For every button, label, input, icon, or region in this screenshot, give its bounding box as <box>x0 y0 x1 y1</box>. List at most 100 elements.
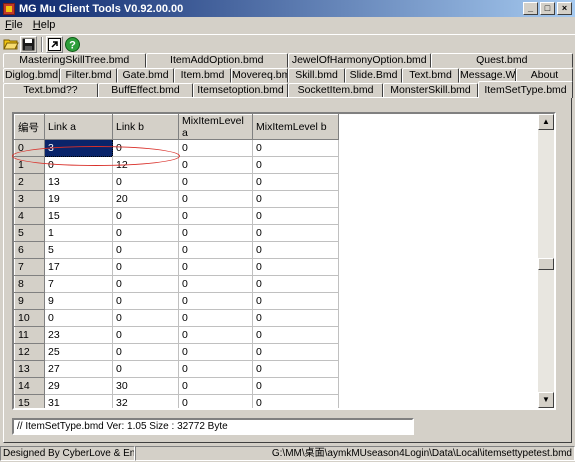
grid-cell[interactable]: 0 <box>178 326 253 344</box>
row-header[interactable]: 14 <box>14 377 45 395</box>
grid-cell[interactable]: 1 <box>44 224 113 242</box>
grid-cell[interactable]: 0 <box>252 309 339 327</box>
minimize-button[interactable]: _ <box>523 2 538 15</box>
export-icon[interactable] <box>46 35 63 53</box>
menu-file[interactable]: File <box>0 19 28 31</box>
grid-cell[interactable]: 15 <box>44 207 113 225</box>
grid-cell[interactable]: 0 <box>252 207 339 225</box>
column-header-id[interactable]: 编号 <box>14 114 45 140</box>
grid-cell[interactable]: 27 <box>44 360 113 378</box>
tab-movereq[interactable]: Movereq.bmd <box>231 68 288 83</box>
data-grid[interactable]: 编号 Link a Link b MixItemLevel a MixItemL… <box>12 112 556 410</box>
grid-cell[interactable]: 0 <box>252 292 339 310</box>
tab-item[interactable]: Item.bmd <box>174 68 231 83</box>
grid-cell[interactable]: 5 <box>44 241 113 259</box>
grid-cell[interactable]: 19 <box>44 190 113 208</box>
grid-cell[interactable]: 0 <box>252 275 339 293</box>
vertical-scrollbar[interactable]: ▲ ▼ <box>538 114 554 408</box>
tab-skill[interactable]: Skill.bmd <box>288 68 345 83</box>
grid-cell[interactable]: 25 <box>44 343 113 361</box>
grid-cell[interactable]: 0 <box>178 343 253 361</box>
grid-cell[interactable]: 0 <box>112 139 179 157</box>
grid-cell[interactable]: 0 <box>178 309 253 327</box>
grid-cell[interactable]: 13 <box>44 173 113 191</box>
grid-cell[interactable]: 0 <box>252 394 339 408</box>
row-header[interactable]: 10 <box>14 309 45 327</box>
tab-text[interactable]: Text.bmd <box>402 68 459 83</box>
grid-cell[interactable]: 29 <box>44 377 113 395</box>
save-icon[interactable] <box>20 35 37 53</box>
table-row[interactable]: 14 29 30 0 0 <box>14 377 339 395</box>
grid-cell[interactable]: 23 <box>44 326 113 344</box>
grid-cell[interactable]: 0 <box>112 207 179 225</box>
grid-cell[interactable]: 0 <box>178 190 253 208</box>
tab-itemset-option[interactable]: Itemsetoption.bmd <box>193 83 288 98</box>
grid-cell[interactable]: 7 <box>44 275 113 293</box>
grid-cell[interactable]: 0 <box>252 258 339 276</box>
table-row[interactable]: 10 0 0 0 0 <box>14 309 339 327</box>
tab-item-add-option[interactable]: ItemAddOption.bmd <box>145 53 288 68</box>
tab-socket-item[interactable]: SocketItem.bmd <box>288 83 383 98</box>
grid-cell[interactable]: 0 <box>178 377 253 395</box>
row-header[interactable]: 9 <box>14 292 45 310</box>
grid-cell[interactable]: 0 <box>112 360 179 378</box>
table-row[interactable]: 51000 <box>14 224 339 242</box>
table-row[interactable]: 13 27 0 0 0 <box>14 360 339 378</box>
tab-jewel-of-harmony-option[interactable]: JewelOfHarmonyOption.bmd <box>288 53 431 68</box>
grid-cell[interactable]: 3 <box>44 139 113 157</box>
scroll-down-icon[interactable]: ▼ <box>538 392 554 408</box>
grid-cell[interactable]: 0 <box>112 275 179 293</box>
grid-cell[interactable]: 0 <box>112 241 179 259</box>
grid-cell[interactable]: 0 <box>252 156 339 174</box>
row-header[interactable]: 11 <box>14 326 45 344</box>
row-header[interactable]: 8 <box>14 275 45 293</box>
grid-cell[interactable]: 0 <box>44 309 113 327</box>
table-row[interactable]: 11 23 0 0 0 <box>14 326 339 344</box>
table-row[interactable]: 03000 <box>14 139 339 157</box>
open-folder-icon[interactable] <box>2 36 19 53</box>
grid-cell[interactable]: 0 <box>252 360 339 378</box>
grid-cell[interactable]: 0 <box>178 275 253 293</box>
grid-cell[interactable]: 0 <box>178 258 253 276</box>
grid-cell[interactable]: 0 <box>252 377 339 395</box>
column-header-link-a[interactable]: Link a <box>44 114 113 140</box>
scroll-up-icon[interactable]: ▲ <box>538 114 554 130</box>
tab-slide[interactable]: Slide.Bmd <box>345 68 402 83</box>
table-row[interactable]: 4 15 0 0 0 <box>14 207 339 225</box>
grid-cell[interactable]: 0 <box>44 156 113 174</box>
grid-cell[interactable]: 17 <box>44 258 113 276</box>
grid-cell[interactable]: 0 <box>112 258 179 276</box>
tab-buff-effect[interactable]: BuffEffect.bmd <box>98 83 193 98</box>
grid-cell[interactable]: 12 <box>112 156 179 174</box>
tab-gate[interactable]: Gate.bmd <box>117 68 174 83</box>
table-row[interactable]: 87000 <box>14 275 339 293</box>
column-header-link-b[interactable]: Link b <box>112 114 179 140</box>
close-button[interactable]: × <box>557 2 572 15</box>
grid-cell[interactable]: 0 <box>112 326 179 344</box>
menu-help[interactable]: Help <box>28 19 61 31</box>
grid-cell[interactable]: 0 <box>252 190 339 208</box>
help-icon[interactable]: ? <box>64 36 81 53</box>
grid-cell[interactable]: 0 <box>252 224 339 242</box>
grid-cell[interactable]: 0 <box>252 343 339 361</box>
grid-cell[interactable]: 0 <box>178 360 253 378</box>
grid-cell[interactable]: 0 <box>178 292 253 310</box>
grid-cell[interactable]: 9 <box>44 292 113 310</box>
tab-quest[interactable]: Quest.bmd <box>430 53 573 68</box>
tab-filter[interactable]: Filter.bmd <box>60 68 117 83</box>
column-header-mix-level-a[interactable]: MixItemLevel a <box>178 114 253 140</box>
row-header[interactable]: 4 <box>14 207 45 225</box>
row-header[interactable]: 15 <box>14 394 45 408</box>
grid-cell[interactable]: 0 <box>252 241 339 259</box>
row-header[interactable]: 5 <box>14 224 45 242</box>
grid-cell[interactable]: 0 <box>178 207 253 225</box>
row-header[interactable]: 3 <box>14 190 45 208</box>
grid-cell[interactable]: 0 <box>178 139 253 157</box>
row-header[interactable]: 13 <box>14 360 45 378</box>
grid-cell[interactable]: 0 <box>112 343 179 361</box>
grid-cell[interactable]: 0 <box>178 224 253 242</box>
row-header[interactable]: 6 <box>14 241 45 259</box>
grid-cell[interactable]: 32 <box>112 394 179 408</box>
grid-cell[interactable]: 0 <box>112 309 179 327</box>
table-row[interactable]: 3 19 20 0 0 <box>14 190 339 208</box>
